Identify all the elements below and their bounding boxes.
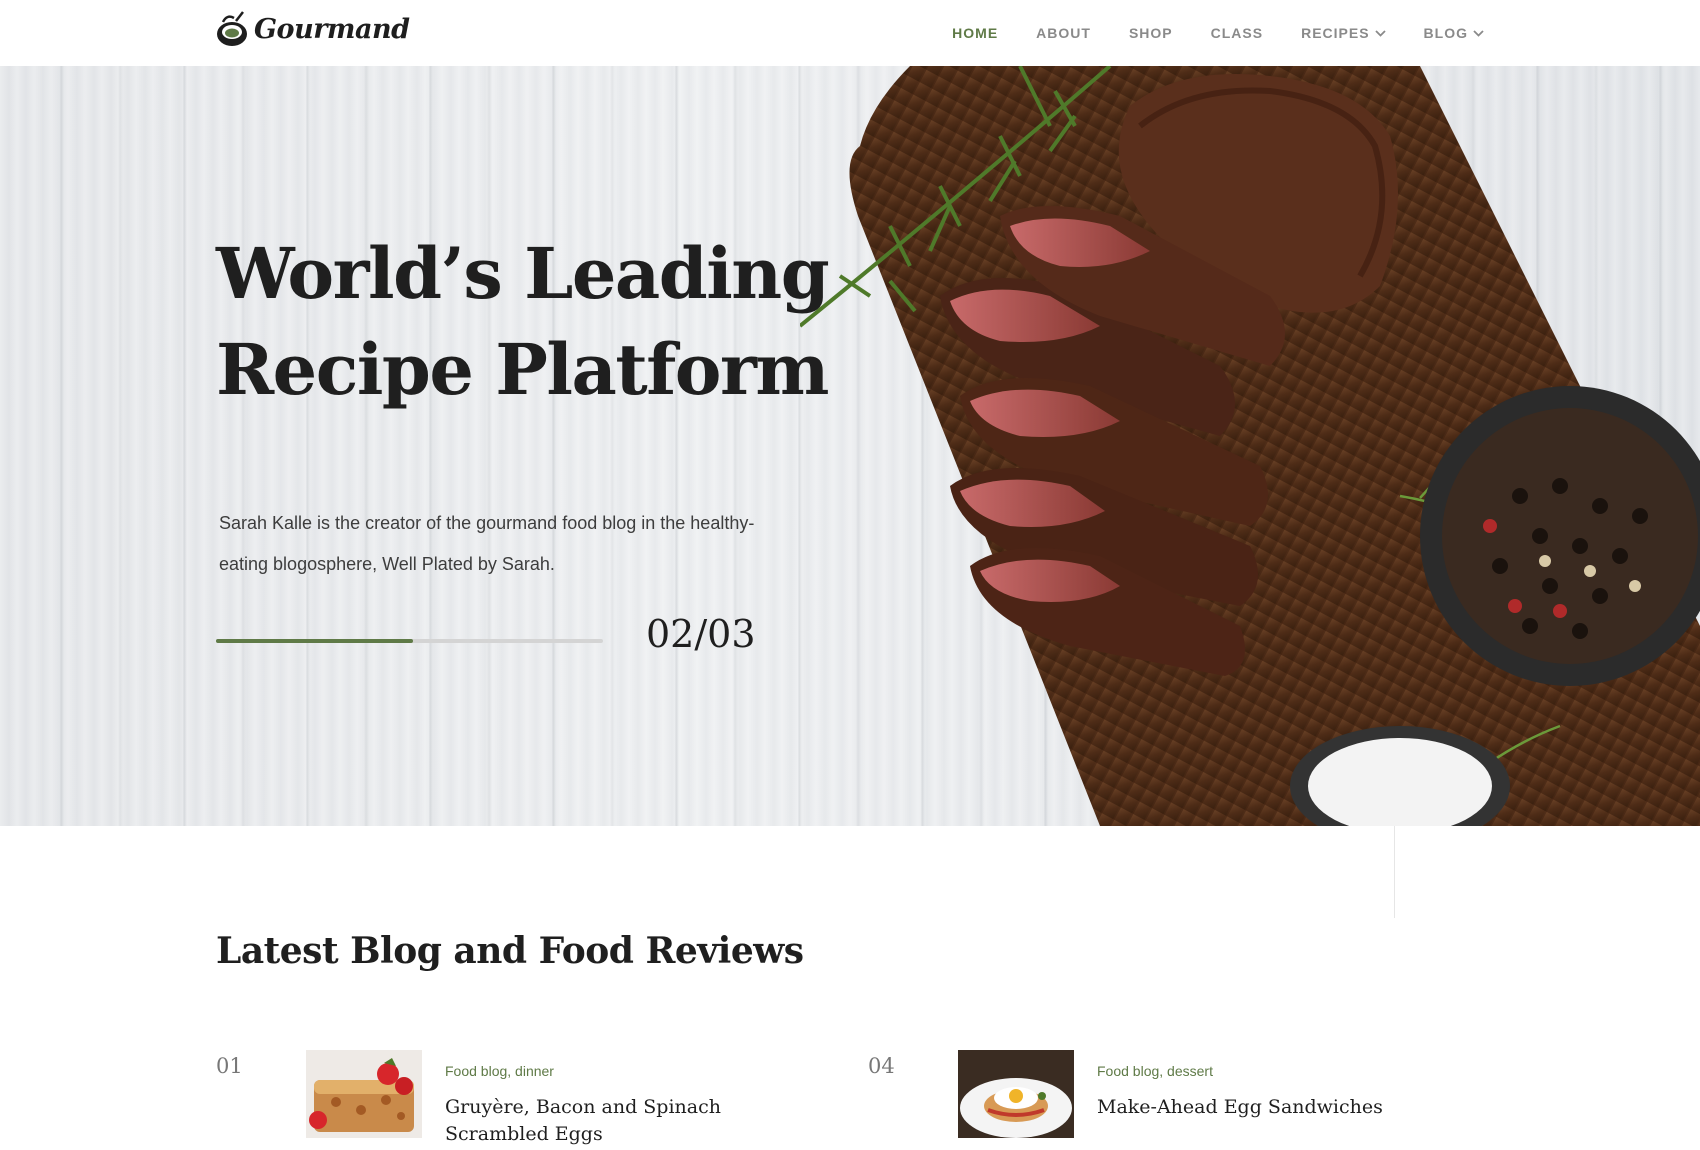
nav-item-label: CLASS	[1210, 25, 1264, 41]
divider-line	[1394, 826, 1395, 918]
post-title[interactable]: Gruyère, Bacon and Spinach Scrambled Egg…	[445, 1094, 735, 1148]
post-categories[interactable]: Food blog, dinner	[445, 1063, 554, 1079]
slider-progress-fill	[216, 639, 414, 643]
chevron-down-icon	[1374, 29, 1386, 37]
hero-title: World’s Leading Recipe Platform	[216, 226, 836, 418]
pot-logo-icon	[217, 11, 247, 46]
post-number: 04	[868, 1054, 895, 1078]
nav-item-label: RECIPES	[1301, 25, 1370, 41]
main-nav: HOME ABOUT SHOP CLASS RECIPES BLOG	[914, 0, 1484, 66]
post-number: 01	[216, 1054, 243, 1078]
nav-item-label: HOME	[952, 25, 999, 41]
pastry-with-strawberries-image[interactable]	[306, 1050, 422, 1138]
nav-item-blog[interactable]: BLOG	[1424, 25, 1484, 41]
blog-post-card[interactable]: 04 Food blog, dessert Make-Ahead Egg San…	[868, 1050, 1388, 1150]
nav-item-home[interactable]: HOME	[952, 25, 998, 41]
post-title[interactable]: Make-Ahead Egg Sandwiches	[1097, 1094, 1387, 1121]
blog-post-card[interactable]: 01 Food blog, dinner Gruyère, Bacon and …	[216, 1050, 736, 1150]
slider-progress-bar[interactable]	[216, 639, 603, 643]
hero-description: Sarah Kalle is the creator of the gourma…	[219, 513, 755, 574]
egg-sandwich-plate-image[interactable]	[958, 1050, 1074, 1138]
post-categories[interactable]: Food blog, dessert	[1097, 1063, 1213, 1079]
slide-counter: 02/03	[646, 612, 756, 656]
nav-item-about[interactable]: ABOUT	[1036, 25, 1091, 41]
nav-item-label: BLOG	[1423, 25, 1468, 41]
logo[interactable]: Gourmand	[214, 10, 410, 48]
nav-item-recipes[interactable]: RECIPES	[1301, 25, 1386, 41]
hero-title-line1: World’s Leading	[216, 232, 830, 315]
steak-on-cutting-board-image	[800, 66, 1700, 826]
site-header: Gourmand HOME ABOUT SHOP CLASS RECIPES B…	[0, 0, 1700, 66]
hero-title-line2: Recipe Platform	[216, 328, 829, 411]
hero-slider: World’s Leading Recipe Platform Sarah Ka…	[0, 66, 1700, 826]
logo-text: Gourmand	[254, 13, 410, 45]
nav-item-label: SHOP	[1128, 25, 1173, 41]
chevron-down-icon	[1473, 29, 1484, 37]
nav-item-shop[interactable]: SHOP	[1129, 25, 1173, 41]
nav-item-label: ABOUT	[1036, 25, 1091, 41]
nav-item-class[interactable]: CLASS	[1211, 25, 1263, 41]
section-title: Latest Blog and Food Reviews	[216, 930, 804, 972]
